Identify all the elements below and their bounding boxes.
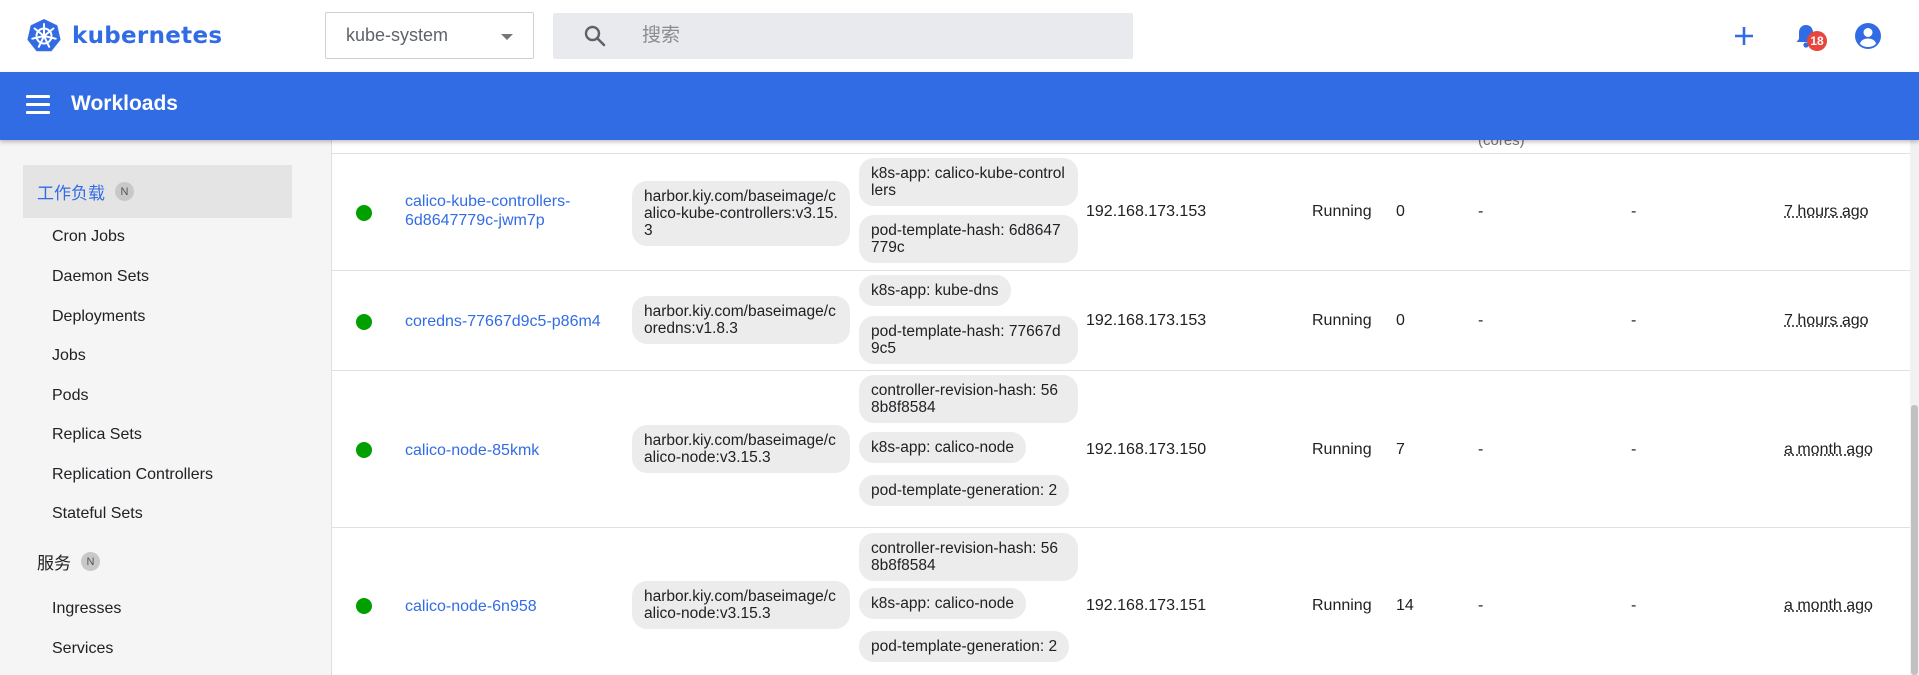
account-circle-icon xyxy=(1855,23,1881,49)
add-button[interactable] xyxy=(1728,20,1760,52)
restart-count: 14 xyxy=(1396,597,1414,614)
sidebar-item-pods[interactable]: Pods xyxy=(52,387,88,405)
memory-usage: - xyxy=(1631,597,1637,614)
memory-usage: - xyxy=(1631,203,1637,220)
pod-name-link[interactable]: calico-node-85kmk xyxy=(405,441,630,460)
cpu-usage: - xyxy=(1478,312,1484,329)
pod-age: 7 hours ago xyxy=(1784,312,1869,329)
restart-count: 0 xyxy=(1396,312,1405,329)
sidebar-item-deployments[interactable]: Deployments xyxy=(52,308,145,326)
label-chip: pod-template-generation: 2 xyxy=(859,631,1070,662)
scrollbar-thumb[interactable] xyxy=(1911,405,1918,675)
notifications-button[interactable]: 18 xyxy=(1790,20,1827,52)
pod-status: Running xyxy=(1312,203,1372,220)
status-running-icon xyxy=(356,442,372,458)
pod-status: Running xyxy=(1312,312,1372,329)
search-icon[interactable] xyxy=(583,24,607,48)
pod-name-link[interactable]: calico-kube-controllers-6d8647779c-jwm7p xyxy=(405,192,630,230)
label-chip: controller-revision-hash: 568b8f8584 xyxy=(859,533,1078,581)
account-button[interactable] xyxy=(1852,20,1884,52)
table-row: calico-node-6n958 harbor.kiy.com/baseima… xyxy=(332,528,1919,675)
pod-status: Running xyxy=(1312,597,1372,614)
search-bar xyxy=(553,13,1133,59)
hamburger-icon[interactable] xyxy=(26,95,50,115)
sidebar-item-jobs[interactable]: Jobs xyxy=(52,347,86,365)
logo-text: kubernetes xyxy=(72,23,223,49)
image-chip: harbor.kiy.com/baseimage/calico-node:v3.… xyxy=(632,425,850,473)
status-running-icon xyxy=(356,314,372,330)
node-ip: 192.168.173.153 xyxy=(1086,312,1207,329)
pod-age: 7 hours ago xyxy=(1784,203,1869,220)
cpu-usage: - xyxy=(1478,203,1484,220)
sidebar-section-label: 服务 xyxy=(37,554,71,573)
sidebar: 工作负载 N Cron Jobs Daemon Sets Deployments… xyxy=(0,140,332,675)
caret-down-icon xyxy=(501,34,513,40)
table-row: calico-kube-controllers-6d8647779c-jwm7p… xyxy=(332,154,1919,270)
label-chip: k8s-app: calico-kube-controllers xyxy=(859,158,1078,206)
image-chip: harbor.kiy.com/baseimage/calico-kube-con… xyxy=(632,181,850,246)
sidebar-item-services[interactable]: Services xyxy=(52,640,113,658)
sidebar-item-ingresses[interactable]: Ingresses xyxy=(52,600,121,618)
memory-usage: - xyxy=(1631,441,1637,458)
column-header-cpu-fragment: (cores) xyxy=(1478,140,1525,149)
top-bar: kubernetes kube-system 18 xyxy=(0,0,1919,72)
status-running-icon xyxy=(356,598,372,614)
node-ip: 192.168.173.153 xyxy=(1086,203,1207,220)
sidebar-item-replication-controllers[interactable]: Replication Controllers xyxy=(52,466,213,484)
sidebar-section-services[interactable]: 服务 N xyxy=(23,535,292,588)
image-chip: harbor.kiy.com/baseimage/calico-node:v3.… xyxy=(632,581,850,629)
cpu-usage: - xyxy=(1478,597,1484,614)
pod-age: a month ago xyxy=(1784,441,1873,458)
notification-count-badge: 18 xyxy=(1807,31,1827,51)
sidebar-item-daemon-sets[interactable]: Daemon Sets xyxy=(52,268,149,286)
pod-name-link[interactable]: coredns-77667d9c5-p86m4 xyxy=(405,312,630,331)
pod-name-link[interactable]: calico-node-6n958 xyxy=(405,597,630,616)
memory-usage: - xyxy=(1631,312,1637,329)
restart-count: 7 xyxy=(1396,441,1405,458)
label-chip: k8s-app: kube-dns xyxy=(859,275,1011,306)
namespace-select[interactable]: kube-system xyxy=(325,12,534,59)
label-chip: controller-revision-hash: 568b8f8584 xyxy=(859,375,1078,423)
pod-status: Running xyxy=(1312,441,1372,458)
status-running-icon xyxy=(356,205,372,221)
label-chip: k8s-app: calico-node xyxy=(859,432,1027,463)
pods-table: (cores) calico-kube-controllers-6d864777… xyxy=(332,140,1919,675)
label-chip: k8s-app: calico-node xyxy=(859,588,1027,619)
plus-icon xyxy=(1735,27,1753,45)
sidebar-item-replica-sets[interactable]: Replica Sets xyxy=(52,426,142,444)
new-badge: N xyxy=(115,182,134,201)
sidebar-section-label: 工作负载 xyxy=(37,184,105,203)
namespace-value: kube-system xyxy=(346,25,449,45)
table-row: calico-node-85kmk harbor.kiy.com/baseima… xyxy=(332,371,1919,527)
node-ip: 192.168.173.151 xyxy=(1086,597,1207,614)
new-badge: N xyxy=(81,552,100,571)
pod-age: a month ago xyxy=(1784,597,1873,614)
sidebar-section-workloads[interactable]: 工作负载 N xyxy=(23,165,292,218)
page-header: Workloads xyxy=(0,72,1919,140)
label-chip: pod-template-hash: 77667d9c5 xyxy=(859,316,1078,364)
sidebar-item-cron-jobs[interactable]: Cron Jobs xyxy=(52,228,125,246)
cpu-usage: - xyxy=(1478,441,1484,458)
page-title: Workloads xyxy=(71,92,178,115)
logo[interactable]: kubernetes xyxy=(26,18,222,54)
sidebar-item-stateful-sets[interactable]: Stateful Sets xyxy=(52,505,143,523)
node-ip: 192.168.173.150 xyxy=(1086,441,1207,458)
table-row: coredns-77667d9c5-p86m4 harbor.kiy.com/b… xyxy=(332,271,1919,370)
label-chip: pod-template-hash: 6d8647779c xyxy=(859,215,1078,263)
image-chip: harbor.kiy.com/baseimage/coredns:v1.8.3 xyxy=(632,296,850,344)
restart-count: 0 xyxy=(1396,203,1405,220)
label-chip: pod-template-generation: 2 xyxy=(859,475,1070,506)
search-input[interactable] xyxy=(642,13,1112,59)
kubernetes-wheel-icon xyxy=(27,19,61,52)
